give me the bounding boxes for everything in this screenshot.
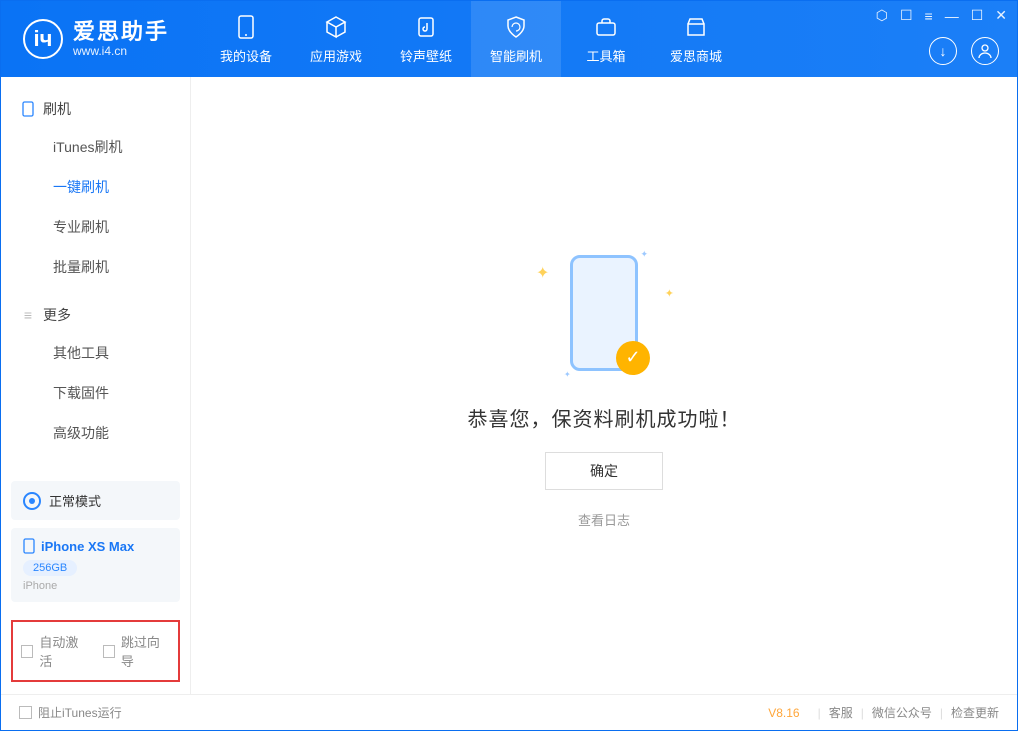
tab-label: 我的设备 bbox=[220, 46, 272, 65]
maximize-button[interactable]: ☐ bbox=[971, 7, 984, 24]
ok-button[interactable]: 确定 bbox=[545, 452, 663, 490]
titlebar: iч 爱思助手 www.i4.cn 我的设备 应用游戏 铃声壁纸 智能刷机 bbox=[1, 1, 1017, 77]
support-link[interactable]: 客服 bbox=[829, 704, 853, 721]
tab-label: 智能刷机 bbox=[490, 46, 542, 65]
close-button[interactable]: ✕ bbox=[995, 7, 1007, 24]
options-highlight-box: 自动激活 跳过向导 bbox=[11, 620, 180, 682]
tab-label: 应用游戏 bbox=[310, 46, 362, 65]
header-right-icons: ↓ bbox=[929, 37, 999, 65]
success-illustration: ✦ ✦ ✦ ✦ ✓ bbox=[524, 243, 684, 383]
tab-my-device[interactable]: 我的设备 bbox=[201, 1, 291, 77]
sidebar-nav: 刷机 iTunes刷机 一键刷机 专业刷机 批量刷机 ≡ 更多 其他工具 下载固… bbox=[1, 77, 190, 473]
nav-advanced[interactable]: 高级功能 bbox=[1, 413, 190, 453]
footer-left: 阻止iTunes运行 bbox=[19, 704, 122, 721]
device-family: iPhone bbox=[23, 580, 168, 592]
section-flash: 刷机 bbox=[1, 91, 190, 127]
brand-url: www.i4.cn bbox=[73, 45, 169, 58]
sparkle-icon: ✦ bbox=[640, 249, 648, 260]
separator: | bbox=[861, 706, 864, 720]
result-message: 恭喜您，保资料刷机成功啦！ bbox=[468, 403, 741, 432]
brand-name: 爱思助手 bbox=[73, 20, 169, 44]
checkbox-icon bbox=[103, 645, 115, 658]
tab-label: 铃声壁纸 bbox=[400, 46, 452, 65]
checkbox-label: 跳过向导 bbox=[121, 632, 170, 670]
tab-ringtones-wallpapers[interactable]: 铃声壁纸 bbox=[381, 1, 471, 77]
cube-icon bbox=[323, 14, 349, 40]
version-label: V8.16 bbox=[768, 706, 799, 720]
checkbox-icon bbox=[21, 645, 33, 658]
mode-indicator-icon bbox=[23, 492, 41, 510]
check-update-link[interactable]: 检查更新 bbox=[951, 704, 999, 721]
app-icon[interactable]: ☐ bbox=[900, 7, 913, 24]
sparkle-icon: ✦ bbox=[665, 287, 674, 300]
main-tabs: 我的设备 应用游戏 铃声壁纸 智能刷机 工具箱 爱思商城 bbox=[201, 1, 741, 77]
shop-icon bbox=[683, 14, 709, 40]
device-mode-card[interactable]: 正常模式 bbox=[11, 481, 180, 520]
nav-batch-flash[interactable]: 批量刷机 bbox=[1, 247, 190, 287]
wechat-link[interactable]: 微信公众号 bbox=[872, 704, 932, 721]
section-more: ≡ 更多 bbox=[1, 297, 190, 333]
checkbox-label: 自动激活 bbox=[39, 632, 88, 670]
tab-smart-flash[interactable]: 智能刷机 bbox=[471, 1, 561, 77]
nav-oneclick-flash[interactable]: 一键刷机 bbox=[1, 167, 190, 207]
app-window: iч 爱思助手 www.i4.cn 我的设备 应用游戏 铃声壁纸 智能刷机 bbox=[0, 0, 1018, 731]
list-icon: ≡ bbox=[21, 308, 35, 322]
shirt-icon[interactable]: ⬡ bbox=[876, 7, 888, 24]
checkbox-block-itunes[interactable]: 阻止iTunes运行 bbox=[19, 704, 122, 721]
minimize-button[interactable]: — bbox=[945, 8, 959, 24]
checkbox-skip-guide[interactable]: 跳过向导 bbox=[103, 632, 171, 670]
checkbox-auto-activate[interactable]: 自动激活 bbox=[21, 632, 89, 670]
account-button[interactable] bbox=[971, 37, 999, 65]
nav-itunes-flash[interactable]: iTunes刷机 bbox=[1, 127, 190, 167]
sparkle-icon: ✦ bbox=[536, 263, 549, 283]
view-log-link[interactable]: 查看日志 bbox=[578, 510, 630, 529]
device-icon bbox=[233, 14, 259, 40]
separator: | bbox=[940, 706, 943, 720]
result-panel: ✦ ✦ ✦ ✦ ✓ 恭喜您，保资料刷机成功啦！ 确定 查看日志 bbox=[468, 243, 741, 529]
music-note-icon bbox=[413, 14, 439, 40]
nav-download-firmware[interactable]: 下载固件 bbox=[1, 373, 190, 413]
sidebar: 刷机 iTunes刷机 一键刷机 专业刷机 批量刷机 ≡ 更多 其他工具 下载固… bbox=[1, 77, 191, 694]
checkbox-label: 阻止iTunes运行 bbox=[38, 704, 122, 721]
sparkle-icon: ✦ bbox=[564, 370, 571, 379]
tab-label: 工具箱 bbox=[587, 46, 626, 65]
toolbox-icon bbox=[593, 14, 619, 40]
footer-right: V8.16 | 客服 | 微信公众号 | 检查更新 bbox=[768, 704, 999, 721]
device-model-row: iPhone XS Max bbox=[23, 538, 168, 554]
check-badge-icon: ✓ bbox=[616, 341, 650, 375]
brand-text: 爱思助手 www.i4.cn bbox=[73, 20, 169, 57]
section-label: 刷机 bbox=[43, 99, 71, 119]
device-mode-label: 正常模式 bbox=[49, 491, 101, 510]
logo-icon: iч bbox=[23, 19, 63, 59]
logo-block: iч 爱思助手 www.i4.cn bbox=[1, 19, 191, 59]
shield-refresh-icon bbox=[503, 14, 529, 40]
menu-icon[interactable]: ≡ bbox=[925, 8, 933, 24]
tab-label: 爱思商城 bbox=[670, 46, 722, 65]
body: 刷机 iTunes刷机 一键刷机 专业刷机 批量刷机 ≡ 更多 其他工具 下载固… bbox=[1, 77, 1017, 694]
separator: | bbox=[818, 706, 821, 720]
phone-small-icon bbox=[23, 538, 35, 554]
storage-badge: 256GB bbox=[23, 560, 77, 576]
tab-store[interactable]: 爱思商城 bbox=[651, 1, 741, 77]
tab-toolbox[interactable]: 工具箱 bbox=[561, 1, 651, 77]
section-label: 更多 bbox=[43, 305, 71, 325]
nav-pro-flash[interactable]: 专业刷机 bbox=[1, 207, 190, 247]
nav-other-tools[interactable]: 其他工具 bbox=[1, 333, 190, 373]
phone-small-icon bbox=[21, 102, 35, 116]
window-controls: ⬡ ☐ ≡ — ☐ ✕ bbox=[876, 7, 1007, 24]
tab-apps-games[interactable]: 应用游戏 bbox=[291, 1, 381, 77]
download-button[interactable]: ↓ bbox=[929, 37, 957, 65]
statusbar: 阻止iTunes运行 V8.16 | 客服 | 微信公众号 | 检查更新 bbox=[1, 694, 1017, 730]
checkbox-icon bbox=[19, 706, 32, 719]
device-model: iPhone XS Max bbox=[41, 539, 134, 554]
device-card[interactable]: iPhone XS Max 256GB iPhone bbox=[11, 528, 180, 602]
main-content: ✦ ✦ ✦ ✦ ✓ 恭喜您，保资料刷机成功啦！ 确定 查看日志 bbox=[191, 77, 1017, 694]
